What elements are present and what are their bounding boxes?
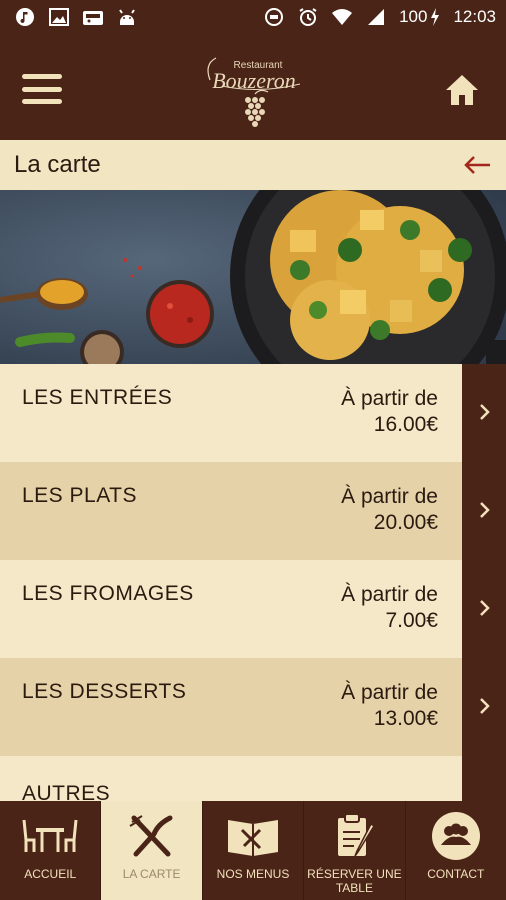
open-menu-icon [225,811,281,861]
hamburger-menu-button[interactable] [22,74,62,104]
nav-label: ACCUEIL [24,867,77,881]
category-open-button[interactable] [464,560,506,656]
category-price: À partir de 7.00€ [341,582,438,658]
chevron-right-icon [480,698,490,714]
nav-label: LA CARTE [122,867,181,881]
status-bar: 100 12:03 [0,0,506,34]
android-icon [116,6,138,28]
page-title-bar: La carte [0,140,506,190]
people-icon [428,811,484,861]
back-arrow-icon [464,156,490,174]
battery-level: 100 [399,7,428,26]
price-value: 16.00€ [373,413,438,436]
home-icon [446,75,478,105]
chevron-right-icon [480,600,490,616]
nav-accueil[interactable]: ACCUEIL [0,801,102,900]
category-row-desserts[interactable]: LES DESSERTS À partir de 13.00€ [0,658,506,756]
category-open-button[interactable] [464,462,506,558]
category-list: LES ENTRÉES À partir de 16.00€ LES PLATS… [0,364,506,816]
category-price: À partir de 13.00€ [341,680,438,756]
clock: 12:03 [453,7,496,26]
gallery-icon [48,6,70,28]
reservation-clipboard-icon [326,811,382,861]
chevron-right-icon [480,502,490,518]
hamburger-line [22,99,62,104]
back-button[interactable] [462,153,492,177]
nav-nos-menus[interactable]: NOS MENUS [203,801,305,900]
category-name: LES DESSERTS [22,680,187,703]
category-price: À partir de 20.00€ [341,484,438,560]
category-open-button[interactable] [464,658,506,754]
wifi-icon [331,6,353,28]
nav-reserver-table[interactable]: RÉSERVER UNE TABLE [304,801,406,900]
hero-food-image [0,190,506,364]
nav-contact[interactable]: CONTACT [406,801,506,900]
hamburger-line [22,74,62,79]
category-card[interactable]: LES FROMAGES À partir de 7.00€ [0,560,462,658]
table-chairs-icon [22,811,78,861]
sync-icon [263,6,285,28]
hamburger-line [22,86,62,92]
signal-icon [365,6,387,28]
price-prefix: À partir de [341,485,438,508]
app-bar: Restaurant Bouzeron [0,34,506,140]
fork-knife-icon [124,811,180,861]
category-card[interactable]: LES ENTRÉES À partir de 16.00€ [0,364,462,462]
category-card[interactable]: LES PLATS À partir de 20.00€ [0,462,462,560]
bottom-navigation: ACCUEIL LA CARTE NOS MENUS RÉSERVER UNE … [0,801,506,900]
alarm-icon [297,6,319,28]
chevron-right-icon [480,404,490,420]
category-name: LES FROMAGES [22,582,194,605]
radio-icon [82,6,104,28]
restaurant-logo[interactable]: Restaurant Bouzeron [200,44,310,130]
nav-label: CONTACT [427,867,485,881]
category-card[interactable]: LES DESSERTS À partir de 13.00€ [0,658,462,756]
nav-la-carte[interactable]: LA CARTE [101,801,203,900]
price-value: 13.00€ [373,707,438,730]
category-open-button[interactable] [464,364,506,460]
nav-label: RÉSERVER UNE TABLE [307,867,402,895]
price-prefix: À partir de [341,681,438,704]
category-row-fromages[interactable]: LES FROMAGES À partir de 7.00€ [0,560,506,658]
status-bar-right: 100 12:03 [263,6,496,28]
price-prefix: À partir de [341,583,438,606]
page-title: La carte [14,151,101,178]
home-button[interactable] [444,72,480,108]
category-row-plats[interactable]: LES PLATS À partir de 20.00€ [0,462,506,560]
music-icon [14,6,36,28]
price-value: 20.00€ [373,511,438,534]
nav-label: NOS MENUS [216,867,290,881]
status-bar-left [14,6,138,28]
category-name: LES ENTRÉES [22,386,173,409]
category-name: LES PLATS [22,484,137,507]
battery-charging-icon [429,6,441,28]
price-value: 7.00€ [385,609,438,632]
price-prefix: À partir de [341,387,438,410]
category-price: À partir de 16.00€ [341,386,438,462]
category-row-entrees[interactable]: LES ENTRÉES À partir de 16.00€ [0,364,506,462]
